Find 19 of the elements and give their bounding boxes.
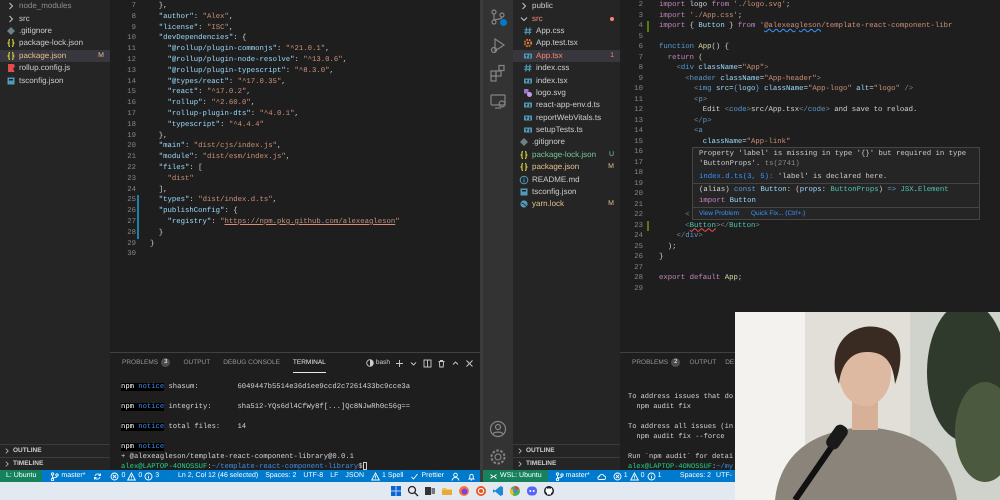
file-item[interactable]: App.css (513, 24, 620, 38)
file-item[interactable]: README.md (513, 173, 620, 186)
file-item[interactable]: rollup.config.js (0, 62, 110, 74)
file-item[interactable]: App.test.tsx (513, 37, 620, 50)
file-item[interactable]: package-lock.json (0, 37, 110, 50)
file-item[interactable]: .gitignore (0, 24, 110, 38)
folder-item[interactable]: src (513, 12, 620, 25)
folder-item[interactable]: src (0, 12, 110, 25)
file-item[interactable]: logo.svg (513, 86, 620, 100)
file-item[interactable]: .gitignore (513, 136, 620, 149)
file-item[interactable]: reportWebVitals.ts (513, 112, 620, 124)
file-item[interactable]: index.tsx (513, 74, 620, 87)
file-item[interactable]: setupTests.ts (513, 124, 620, 136)
folder-item[interactable]: node_modules (0, 0, 110, 12)
file-item[interactable]: react-app-env.d.ts (513, 99, 620, 112)
file-item[interactable]: tsconfig.json (513, 186, 620, 198)
file-item[interactable]: index.css (513, 62, 620, 74)
file-item[interactable]: tsconfig.json (0, 74, 110, 87)
folder-item[interactable]: public (513, 0, 620, 12)
